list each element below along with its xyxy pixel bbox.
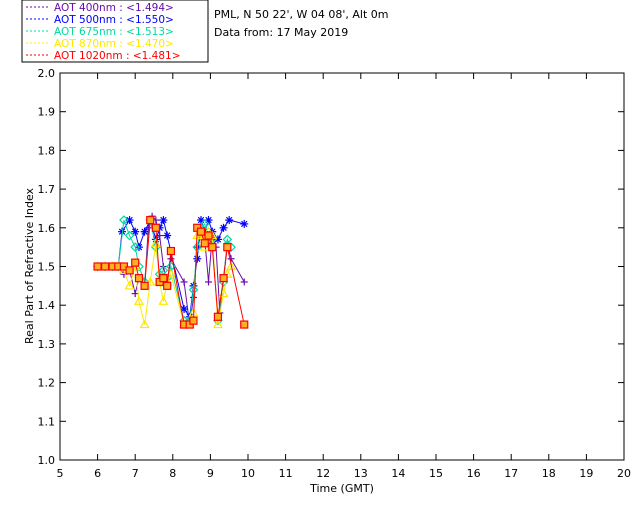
y-tick-label: 1.3 bbox=[38, 338, 56, 351]
data-point bbox=[125, 266, 134, 275]
legend-label: AOT 400nm : <1.494> bbox=[54, 2, 174, 14]
data-point bbox=[101, 262, 110, 271]
data-point bbox=[213, 312, 223, 321]
y-axis-label: Real Part of Refractive Index bbox=[23, 187, 36, 344]
x-tick-label: 18 bbox=[542, 467, 556, 480]
y-tick-label: 1.8 bbox=[38, 144, 56, 157]
legend-label: AOT 675nm : <1.513> bbox=[54, 26, 174, 38]
refractive-index-chart: AOT 400nm : <1.494>AOT 500nm : <1.550>AO… bbox=[0, 0, 640, 512]
data-point bbox=[208, 243, 217, 252]
data-point bbox=[204, 231, 213, 240]
data-point bbox=[159, 274, 168, 283]
data-point bbox=[134, 274, 144, 283]
x-tick-label: 20 bbox=[617, 467, 631, 480]
legend-label: AOT 870nm : <1.470> bbox=[54, 38, 174, 50]
x-tick-label: 10 bbox=[241, 467, 255, 480]
x-tick-label: 16 bbox=[467, 467, 481, 480]
x-tick-label: 5 bbox=[57, 467, 64, 480]
data-point bbox=[225, 216, 234, 225]
x-tick-label: 15 bbox=[429, 467, 443, 480]
x-axis-label: Time (GMT) bbox=[309, 482, 374, 495]
data-point bbox=[140, 281, 149, 290]
y-tick-label: 1.6 bbox=[38, 222, 56, 235]
data-point bbox=[163, 281, 172, 290]
x-tick-label: 13 bbox=[354, 467, 368, 480]
data-point bbox=[223, 243, 232, 252]
data-point bbox=[219, 223, 228, 232]
legend-label: AOT 500nm : <1.550> bbox=[54, 14, 174, 26]
x-tick-label: 14 bbox=[391, 467, 405, 480]
legend: AOT 400nm : <1.494>AOT 500nm : <1.550>AO… bbox=[21, 0, 209, 63]
data-point bbox=[196, 227, 206, 236]
y-tick-label: 1.0 bbox=[38, 454, 56, 467]
y-tick-label: 2.0 bbox=[38, 67, 56, 80]
chart-background bbox=[0, 0, 640, 512]
x-tick-label: 19 bbox=[579, 467, 593, 480]
data-point bbox=[189, 316, 198, 325]
date-text: Data from: 17 May 2019 bbox=[214, 26, 348, 39]
data-point bbox=[93, 262, 102, 271]
location-text: PML, N 50 22', W 04 08', Alt 0m bbox=[214, 8, 388, 21]
x-tick-label: 9 bbox=[207, 467, 214, 480]
data-point bbox=[131, 258, 140, 267]
data-point bbox=[200, 239, 209, 248]
y-tick-label: 1.2 bbox=[38, 377, 56, 390]
data-point bbox=[151, 223, 160, 232]
x-tick-label: 8 bbox=[169, 467, 176, 480]
x-tick-label: 11 bbox=[279, 467, 293, 480]
y-tick-label: 1.5 bbox=[38, 261, 56, 274]
data-point bbox=[219, 274, 228, 283]
x-tick-label: 17 bbox=[504, 467, 518, 480]
data-point bbox=[146, 215, 155, 225]
x-tick-label: 6 bbox=[94, 467, 101, 480]
y-tick-label: 1.4 bbox=[38, 299, 56, 312]
y-tick-label: 1.1 bbox=[38, 415, 56, 428]
x-tick-label: 7 bbox=[132, 467, 139, 480]
x-tick-label: 12 bbox=[316, 467, 330, 480]
data-point bbox=[240, 320, 249, 329]
y-tick-label: 1.7 bbox=[38, 183, 56, 196]
legend-label: AOT 1020nm : <1.481> bbox=[54, 50, 181, 62]
data-point bbox=[166, 246, 176, 256]
y-tick-label: 1.9 bbox=[38, 106, 56, 119]
